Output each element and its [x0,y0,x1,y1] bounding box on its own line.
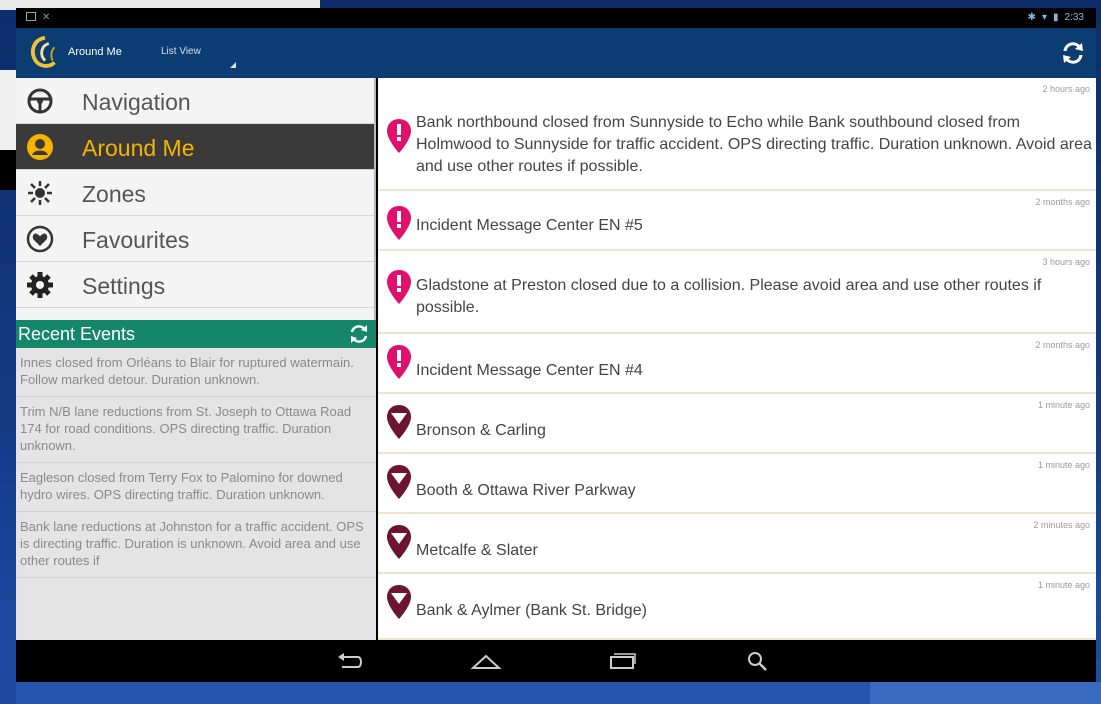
event-time: 1 minute ago [1037,400,1090,410]
drawer-item-label: Around Me [82,135,195,161]
event-row[interactable]: 3 hours ago Gladstone at Preston closed … [378,251,1096,334]
event-time: 2 hours ago [1042,84,1090,94]
recent-events-list[interactable]: Innes closed from Orléans to Blair for r… [16,348,376,648]
drawer-item-label: Favourites [82,227,190,253]
event-row[interactable]: 2 hours ago Bank northbound closed from … [378,78,1096,191]
event-row[interactable]: 2 months ago Incident Message Center EN … [378,191,1096,251]
event-time: 2 months ago [1035,197,1090,207]
drawer-item-zones[interactable]: Zones [16,170,374,216]
steering-wheel-icon [27,88,53,114]
event-time: 1 minute ago [1037,580,1090,590]
event-text: Metcalfe & Slater [416,542,538,559]
action-bar: Around Me List View [16,28,1096,78]
drawer-item-around-me[interactable]: Around Me [16,124,374,170]
drawer-item-label: Zones [82,181,146,207]
person-icon [27,134,53,160]
event-row[interactable]: 2 months ago Incident Message Center EN … [378,334,1096,394]
drawer-item-label: Navigation [82,89,191,115]
system-nav-bar [16,640,1096,682]
app-logo-icon[interactable] [26,34,64,72]
app-title: Around Me [68,46,122,58]
event-text: Incident Message Center EN #5 [416,217,643,234]
view-selector-caret-icon[interactable] [230,62,236,68]
incident-pin-icon [387,270,411,304]
event-row[interactable]: 1 minute ago Bronson & Carling [378,394,1096,454]
event-time: 3 hours ago [1042,257,1090,267]
event-text: Incident Message Center EN #4 [416,362,643,379]
recent-events-title: Recent Events [18,324,136,344]
tablet-screen: ✕ ✱ ▾ ▮ 2:33 Around Me List View Navigat… [16,8,1096,682]
bluetooth-icon: ✱ [1027,12,1036,23]
event-row[interactable]: 1 minute ago Bank & Aylmer (Bank St. Bri… [378,574,1096,640]
construction-pin-icon [387,585,411,619]
wifi-icon: ▾ [1041,12,1048,23]
home-icon[interactable] [470,648,502,674]
incident-pin-icon [387,206,411,240]
battery-icon: ▮ [1053,12,1059,23]
recent-event-item[interactable]: Bank lane reductions at Johnston for a t… [16,512,376,578]
background-bottom-right [870,682,1101,704]
zones-icon [28,181,52,205]
event-text: Bronson & Carling [416,422,546,439]
back-icon[interactable] [334,648,366,674]
status-bar: ✕ ✱ ▾ ▮ 2:33 [16,8,1096,28]
construction-pin-icon [387,525,411,559]
drawer-item-label: Settings [82,273,166,299]
event-text: Bank northbound closed from Sunnyside to… [416,114,1092,175]
event-text: Booth & Ottawa River Parkway [416,482,636,499]
recent-event-item[interactable]: Eagleson closed from Terry Fox to Palomi… [16,463,376,512]
drawer-item-favourites[interactable]: Favourites [16,216,374,262]
gear-icon [27,272,53,298]
incident-pin-icon [387,119,411,153]
drawer-item-navigation[interactable]: Navigation [16,78,374,124]
event-text: Bank & Aylmer (Bank St. Bridge) [416,602,647,619]
drawer-item-settings[interactable]: Settings [16,262,374,308]
event-text: Gladstone at Preston closed due to a col… [416,277,1042,316]
view-selector[interactable]: List View [161,46,201,57]
construction-pin-icon [387,465,411,499]
notification-icon: ✕ [42,12,51,23]
construction-pin-icon [387,405,411,439]
recent-apps-icon[interactable] [606,648,638,674]
event-time: 2 months ago [1035,340,1090,350]
recent-events-header: Recent Events [16,320,376,348]
events-list[interactable]: 2 hours ago Bank northbound closed from … [378,78,1096,640]
incident-pin-icon [387,345,411,379]
search-icon[interactable] [742,648,774,674]
event-time: 2 minutes ago [1033,520,1090,530]
screenshot-icon [26,12,36,21]
refresh-icon[interactable] [348,323,370,345]
event-row[interactable]: 1 minute ago Booth & Ottawa River Parkwa… [378,454,1096,514]
refresh-icon[interactable] [1060,40,1086,66]
event-row[interactable]: 2 minutes ago Metcalfe & Slater [378,514,1096,574]
event-time: 1 minute ago [1037,460,1090,470]
recent-event-item[interactable]: Innes closed from Orléans to Blair for r… [16,348,376,397]
navigation-drawer: Navigation Around Me Zones Favourites Se… [16,78,376,648]
status-time: 2:33 [1064,12,1084,23]
background-blue-fragment [0,600,16,704]
heart-icon [26,225,54,253]
recent-event-item[interactable]: Trim N/B lane reductions from St. Joseph… [16,397,376,463]
